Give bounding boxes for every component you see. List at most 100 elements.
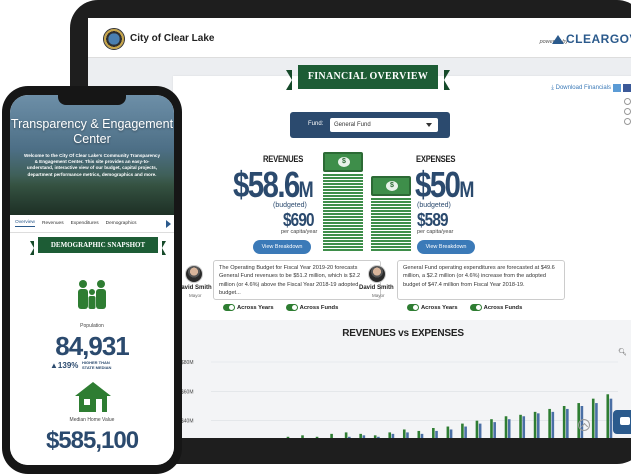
across-years-label: Across Years — [421, 304, 458, 311]
expenses-title: EXPENSES — [416, 154, 456, 164]
chart-bar[interactable] — [286, 436, 290, 438]
chart-bar[interactable] — [562, 406, 566, 438]
city-seal-icon[interactable] — [103, 28, 125, 50]
chart-bar[interactable] — [478, 423, 482, 438]
tab-expenditures[interactable]: Expenditures — [71, 221, 99, 226]
across-years-toggle[interactable]: Across Years — [407, 304, 458, 311]
expenses-view-breakdown-button[interactable]: View Breakdown — [417, 240, 475, 254]
revenues-per-capita: $690 — [283, 210, 314, 230]
toggle-switch[interactable] — [469, 304, 482, 311]
chart-bar[interactable] — [595, 403, 598, 438]
revenues-amount-value: $58.6 — [233, 164, 300, 205]
chart-bar[interactable] — [344, 432, 348, 438]
bill-stack-lines — [323, 174, 363, 252]
chart-bar[interactable] — [551, 411, 555, 438]
chart-bar[interactable] — [377, 436, 380, 438]
chart-bar[interactable] — [519, 414, 522, 438]
expenses-per-capita: $589 — [417, 210, 448, 230]
chart-bar[interactable] — [449, 429, 453, 438]
chart-bar[interactable] — [475, 420, 479, 438]
chart-bar[interactable] — [373, 435, 377, 438]
info-icon[interactable] — [624, 108, 631, 115]
demographic-snapshot-title: DEMOGRAPHIC SNAPSHOT — [30, 237, 166, 255]
facebook-icon[interactable] — [623, 84, 631, 92]
chat-icon[interactable] — [613, 410, 631, 434]
chart-bar[interactable] — [432, 428, 435, 438]
cleargov-brand: CLEARGOV — [565, 32, 631, 46]
chart-bar[interactable] — [533, 411, 537, 438]
top-bar: City of Clear Lake powered by CLEARGOV — [88, 18, 631, 58]
chart-bar[interactable] — [566, 408, 569, 438]
chart-bar[interactable] — [591, 398, 595, 438]
chart-bar[interactable] — [461, 423, 464, 438]
expenses-amount-value: $50 — [415, 164, 461, 205]
twitter-icon[interactable] — [613, 84, 621, 92]
chart-bar[interactable] — [417, 430, 421, 438]
revenues-person-name: David Smith — [177, 285, 212, 291]
chart-bar[interactable] — [507, 419, 511, 438]
revenues-quote: The Operating Budget for Fiscal Year 201… — [213, 260, 381, 300]
dollar-sign: $ — [386, 181, 398, 191]
toggle-switch[interactable] — [407, 304, 419, 311]
expenses-money-stack-icon: $ — [371, 176, 411, 252]
chart-bar[interactable] — [348, 436, 351, 438]
median-home-value: $585,100 — [45, 427, 139, 454]
chart-bar[interactable] — [493, 422, 496, 438]
expenses-person-role: Mayor — [372, 293, 385, 298]
across-funds-label: Across Funds — [483, 304, 523, 311]
dollar-sign: $ — [338, 157, 350, 167]
revenues-toggles: Across Years Across Funds — [223, 304, 338, 311]
city-name[interactable]: City of Clear Lake — [130, 33, 214, 44]
tab-demographics[interactable]: Demographics — [106, 221, 137, 226]
chart-bar[interactable] — [301, 435, 304, 438]
expenses-quote: General Fund operating expenditures are … — [397, 260, 565, 300]
help-icon[interactable] — [624, 118, 631, 125]
social-share — [613, 84, 631, 92]
hero-text: Welcome to the City Of Clear Lake's Comm… — [23, 153, 161, 177]
cleargov-logo[interactable]: CLEARGOV — [551, 32, 631, 46]
chart-bar[interactable] — [315, 436, 319, 438]
tab-revenues[interactable]: Revenues — [42, 221, 64, 226]
chart-bar[interactable] — [609, 398, 613, 438]
chart-bar[interactable] — [406, 432, 409, 438]
download-financials-link[interactable]: ⤓ Download Financials — [551, 85, 611, 92]
chart-bar[interactable] — [504, 416, 508, 438]
chart-bar[interactable] — [402, 429, 406, 438]
avatar — [185, 265, 203, 283]
chart-bar[interactable] — [490, 419, 493, 438]
scroll-up-icon[interactable] — [578, 419, 590, 431]
chart-bar[interactable] — [548, 408, 551, 438]
chart-bar[interactable] — [522, 416, 526, 438]
chart-bar[interactable] — [362, 435, 366, 438]
toggle-switch[interactable] — [223, 304, 235, 311]
expenses-person-name: David Smith — [359, 285, 394, 291]
revenues-budgeted-note: (budgeted) — [273, 202, 307, 209]
y-tick-label: $40M — [181, 419, 194, 425]
chart-bar[interactable] — [388, 432, 392, 438]
chart-bar[interactable] — [606, 394, 610, 438]
fund-select[interactable]: General Fund — [330, 118, 438, 132]
across-years-toggle[interactable]: Across Years — [223, 304, 274, 311]
toggle-switch[interactable] — [285, 304, 298, 311]
chart-bar[interactable] — [420, 433, 424, 438]
eye-icon[interactable] — [624, 98, 631, 105]
chart-bar[interactable] — [536, 413, 540, 438]
phone-device: Transparency & Engagement Center Welcome… — [2, 86, 182, 474]
across-funds-toggle[interactable]: Across Funds — [469, 304, 523, 311]
financial-overview-panel: FINANCIAL OVERVIEW ⤓ Download Financials… — [173, 65, 631, 438]
revenues-view-breakdown-button[interactable]: View Breakdown — [253, 240, 311, 254]
chart-bar[interactable] — [391, 433, 395, 438]
across-funds-toggle[interactable]: Across Funds — [285, 304, 339, 311]
tab-overview[interactable]: Overview — [15, 220, 35, 227]
phone-notch — [58, 95, 126, 105]
chart-bar[interactable] — [464, 426, 467, 438]
chart-bar[interactable] — [359, 433, 362, 438]
chart-bar[interactable] — [435, 430, 438, 438]
dollar-bill-icon: $ — [371, 176, 411, 196]
chart-bar[interactable] — [330, 433, 333, 438]
chevron-right-icon[interactable] — [166, 219, 171, 228]
across-funds-label: Across Funds — [299, 304, 339, 311]
chart-bar[interactable] — [446, 426, 450, 438]
revenues-amount-unit: M — [298, 177, 314, 202]
revenues-money-stack-icon: $ — [323, 152, 363, 252]
